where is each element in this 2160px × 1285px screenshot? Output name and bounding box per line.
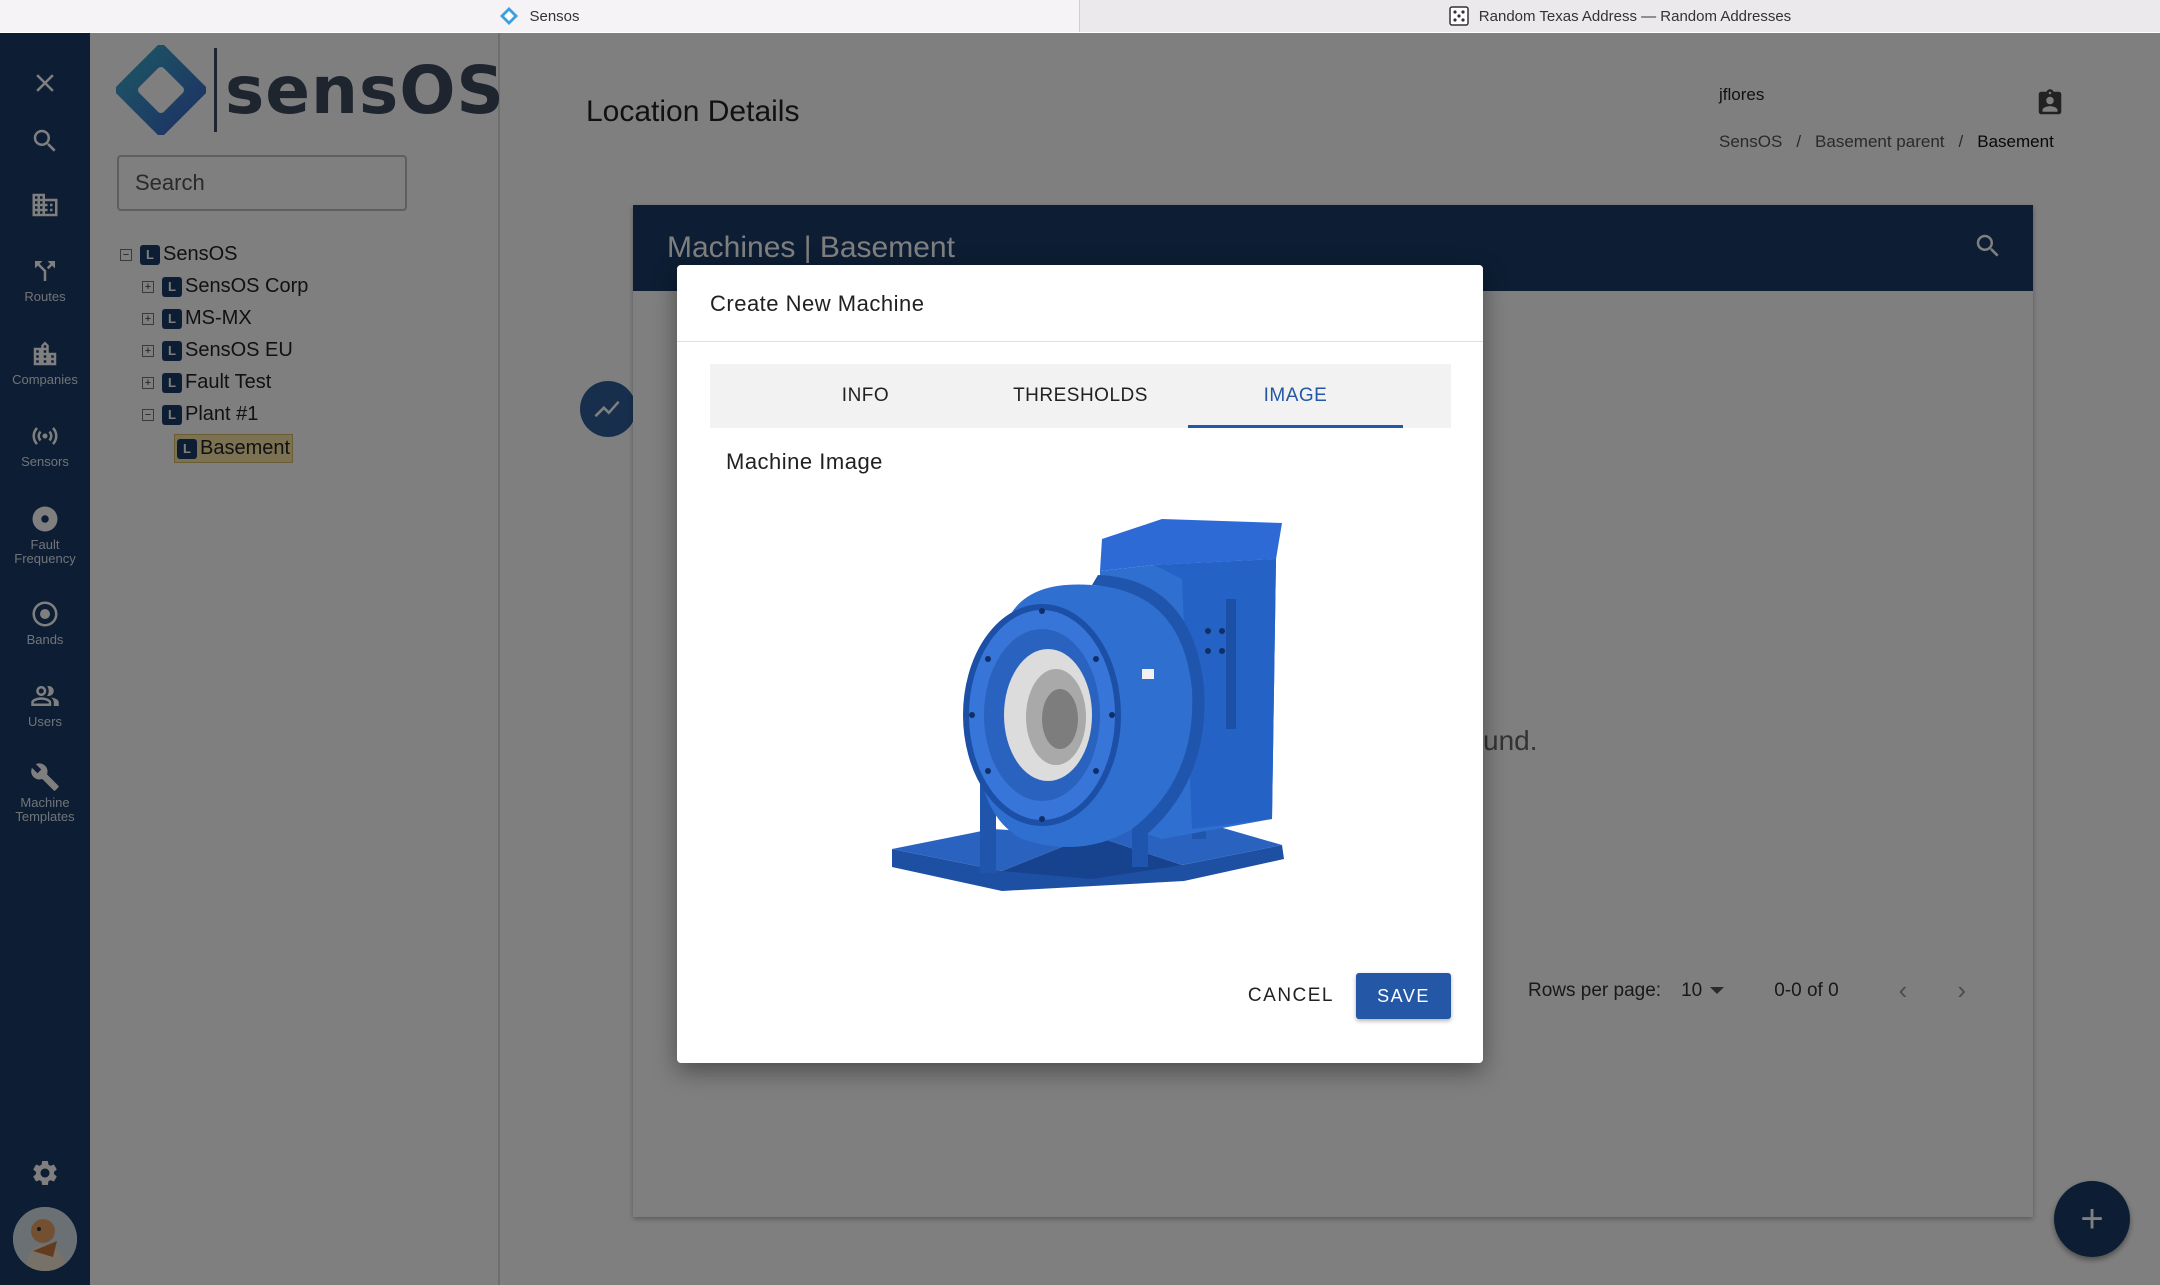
save-button[interactable]: SAVE [1356,973,1451,1019]
create-machine-dialog: Create New Machine INFO THRESHOLDS IMAGE… [677,265,1483,1063]
dialog-actions: CANCEL SAVE [1248,973,1451,1019]
tab-image[interactable]: IMAGE [1188,364,1403,428]
sensos-favicon-icon [500,7,519,25]
dialog-tabs: INFO THRESHOLDS IMAGE [710,364,1451,428]
browser-tab-title: Sensos [529,7,580,25]
tab-info[interactable]: INFO [758,364,973,428]
browser-tab-title: Random Texas Address — Random Addresses [1478,7,1792,25]
browser-tab-random-addresses[interactable]: Random Texas Address — Random Addresses [1080,0,2160,32]
browser-tab-sensos[interactable]: Sensos [0,0,1080,32]
tab-thresholds[interactable]: THRESHOLDS [973,364,1188,428]
dialog-divider [677,341,1483,342]
dialog-title: Create New Machine [710,291,925,316]
cancel-button[interactable]: CANCEL [1248,975,1334,1017]
machine-image[interactable] [892,519,1292,909]
dice-favicon-icon [1449,6,1469,26]
machine-image-label: Machine Image [726,449,883,474]
browser-tab-bar: Sensos Random Texas Address — Random Add… [0,0,2160,32]
